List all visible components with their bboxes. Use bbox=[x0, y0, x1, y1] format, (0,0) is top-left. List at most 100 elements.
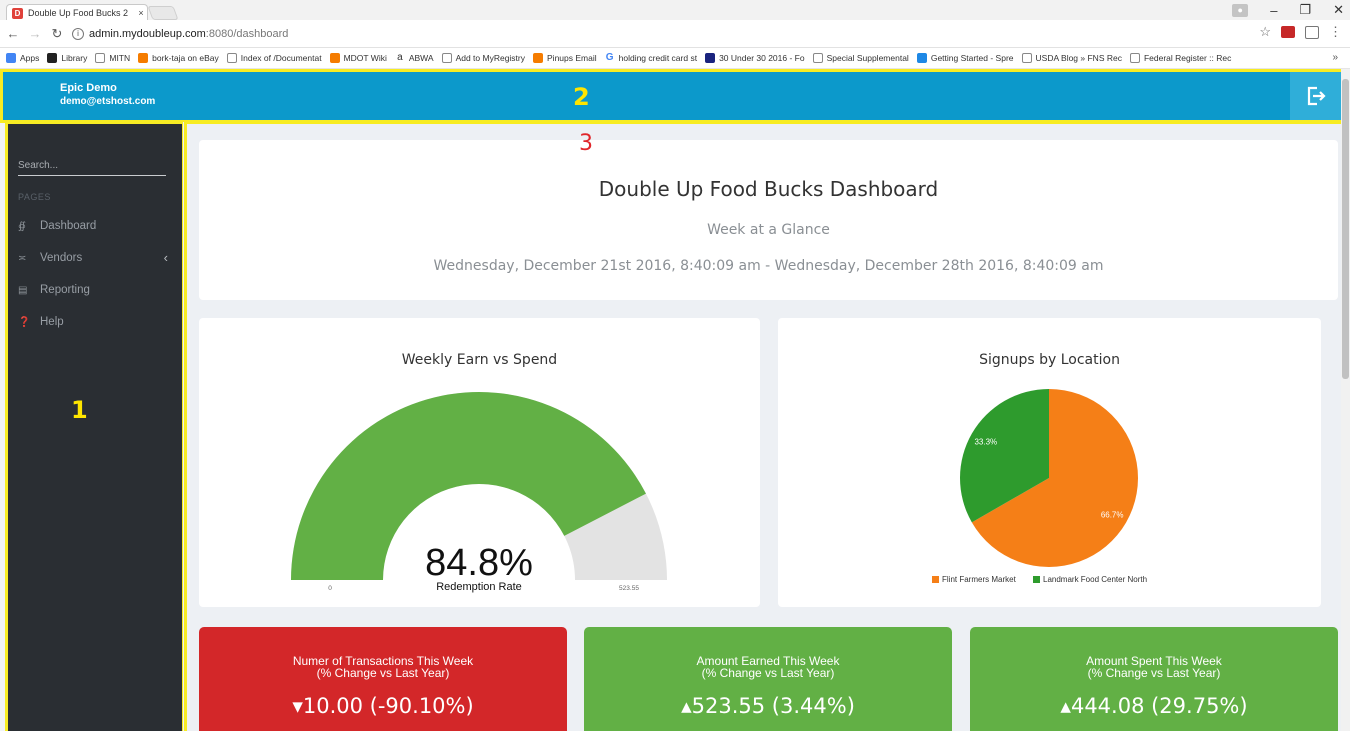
amazon-icon: a bbox=[394, 53, 405, 63]
page-title: Double Up Food Bucks Dashboard bbox=[598, 177, 939, 201]
tab-close-icon[interactable]: × bbox=[135, 8, 147, 18]
mdot-icon bbox=[329, 53, 340, 63]
forbes-icon bbox=[705, 53, 716, 63]
logout-button[interactable] bbox=[1290, 70, 1342, 122]
google-icon: G bbox=[604, 52, 615, 63]
dashboard-header-card: Double Up Food Bucks Dashboard Week at a… bbox=[199, 140, 1338, 300]
stat-card-spent: Amount Spent This Week (% Change vs Last… bbox=[970, 627, 1338, 731]
gauge-min-label: 0 bbox=[328, 585, 332, 592]
usda-icon bbox=[812, 53, 823, 63]
gauge-value: 84.8% bbox=[425, 542, 533, 584]
bar-chart-icon: ▤ bbox=[18, 284, 28, 296]
page-icon bbox=[1129, 53, 1140, 63]
page-subtitle: Week at a Glance bbox=[707, 222, 830, 238]
bookmark-mitn[interactable]: MITN bbox=[95, 53, 130, 63]
sidebar-item-label: Dashboard bbox=[40, 220, 97, 232]
bookmark-index[interactable]: Index of /Documentat bbox=[226, 53, 322, 63]
stat-value: ▴523.55 (3.44%) bbox=[681, 694, 855, 718]
legend-label-landmark: Landmark Food Center North bbox=[1043, 575, 1147, 584]
legend-label-flint: Flint Farmers Market bbox=[942, 575, 1017, 584]
stat-value: ▾10.00 (-90.10%) bbox=[292, 694, 474, 718]
bookmark-federal-register[interactable]: Federal Register :: Rec bbox=[1129, 53, 1231, 63]
sidebar-item-dashboard[interactable]: ∯ Dashboard bbox=[18, 216, 168, 236]
gauge-card: Weekly Earn vs Spend 84.8% Redemption Ra… bbox=[199, 318, 760, 607]
browser-tab-title: Double Up Food Bucks 2 bbox=[28, 8, 129, 18]
page-icon bbox=[95, 53, 106, 63]
window-controls: ● – ❐ ✕ bbox=[1232, 0, 1344, 20]
library-icon bbox=[47, 53, 58, 63]
gauge-icon: ∯ bbox=[18, 220, 26, 232]
stat-sublabel: (% Change vs Last Year) bbox=[1087, 666, 1221, 680]
scrollbar-thumb[interactable] bbox=[1342, 79, 1349, 379]
new-tab-button[interactable] bbox=[147, 6, 179, 20]
stat-value: ▴444.08 (29.75%) bbox=[1060, 694, 1248, 718]
url-host: admin.mydoubleup.com bbox=[89, 27, 206, 40]
sidebar-item-reporting[interactable]: ▤ Reporting bbox=[18, 280, 168, 300]
browser-menu-icon[interactable]: ⋮ bbox=[1329, 24, 1342, 40]
page-icon bbox=[226, 53, 237, 63]
stat-card-earned: Amount Earned This Week (% Change vs Las… bbox=[584, 627, 952, 731]
url-path: :8080/dashboard bbox=[205, 27, 289, 40]
bookmark-ebay[interactable]: bork-taja on eBay bbox=[138, 53, 219, 63]
profile-icon[interactable]: ● bbox=[1232, 3, 1249, 17]
pie-label-flint: 66.7% bbox=[1101, 511, 1124, 520]
bookmark-getting-started[interactable]: Getting Started - Spre bbox=[916, 53, 1014, 63]
gauge-chart: 84.8% Redemption Rate 0 523.55 bbox=[291, 391, 667, 593]
extension-icon[interactable] bbox=[1281, 26, 1295, 38]
search-input[interactable] bbox=[18, 156, 166, 176]
site-favicon-icon: D bbox=[12, 7, 23, 19]
bookmark-forbes[interactable]: 30 Under 30 2016 - Fo bbox=[705, 53, 805, 63]
user-name: Epic Demo bbox=[60, 82, 117, 94]
bookmark-apps[interactable]: Apps bbox=[6, 53, 39, 63]
site-info-icon[interactable]: i bbox=[72, 27, 84, 40]
gauge-caption: Redemption Rate bbox=[436, 581, 522, 593]
sidebar-item-help[interactable]: ❓ Help bbox=[18, 312, 168, 332]
bookmark-star-icon[interactable]: ☆ bbox=[1259, 24, 1271, 40]
close-window-icon[interactable]: ✕ bbox=[1333, 2, 1344, 18]
cart-icon: ≍ bbox=[18, 252, 27, 264]
sidebar-item-vendors[interactable]: ≍ Vendors ‹ bbox=[18, 248, 168, 268]
stat-sublabel: (% Change vs Last Year) bbox=[701, 666, 835, 680]
sidebar-item-label: Reporting bbox=[40, 284, 90, 296]
extension-icon[interactable] bbox=[1305, 25, 1319, 39]
page-icon bbox=[1021, 53, 1032, 63]
page-scrollbar[interactable] bbox=[1341, 69, 1350, 731]
sidebar-item-label: Help bbox=[40, 316, 64, 328]
reload-icon[interactable]: ↻ bbox=[48, 26, 66, 42]
bookmarks-bar: Apps Library MITN bork-taja on eBay Inde… bbox=[0, 48, 1350, 69]
annotation-marker-3: 3 bbox=[579, 131, 593, 156]
annotation-marker-1: 1 bbox=[71, 396, 88, 424]
annotation-marker-2: 2 bbox=[573, 83, 590, 111]
user-email: demo@etshost.com bbox=[60, 96, 156, 107]
pinups-icon bbox=[533, 53, 544, 63]
back-icon[interactable]: ← bbox=[4, 26, 22, 41]
restore-icon[interactable]: ❐ bbox=[1299, 2, 1311, 18]
apps-grid-icon bbox=[6, 53, 16, 63]
legend-swatch-landmark bbox=[1033, 576, 1040, 583]
bookmark-usda-blog[interactable]: USDA Blog » FNS Rec bbox=[1021, 53, 1122, 63]
bookmark-pinups-email[interactable]: Pinups Email bbox=[533, 53, 597, 63]
more-bookmarks-icon[interactable]: » bbox=[1332, 52, 1338, 63]
url-field[interactable]: i admin.mydoubleup.com :8080/dashboard bbox=[72, 24, 1252, 44]
forward-icon[interactable]: → bbox=[26, 26, 44, 41]
browser-tab[interactable]: D Double Up Food Bucks 2 × bbox=[6, 4, 148, 21]
sidebar: PAGES ∯ Dashboard ≍ Vendors ‹ ▤ Reportin… bbox=[6, 122, 182, 731]
pie-label-landmark: 33.3% bbox=[974, 437, 997, 446]
browser-tab-bar: D Double Up Food Bucks 2 × ● – ❐ ✕ bbox=[0, 0, 1350, 21]
gauge-max-label: 523.55 bbox=[619, 585, 639, 592]
question-circle-icon: ❓ bbox=[18, 316, 31, 328]
bookmark-myregistry[interactable]: Add to MyRegistry bbox=[441, 53, 525, 63]
ebay-icon bbox=[138, 53, 149, 63]
minimize-icon[interactable]: – bbox=[1270, 3, 1277, 18]
sidebar-item-label: Vendors bbox=[40, 252, 83, 264]
bookmark-abwa[interactable]: a ABWA bbox=[394, 53, 434, 63]
stat-sublabel: (% Change vs Last Year) bbox=[316, 666, 450, 680]
bookmark-mdot-wiki[interactable]: MDOT Wiki bbox=[329, 53, 387, 63]
bookmark-usda[interactable]: Special Supplemental bbox=[812, 53, 909, 63]
app-header: Epic Demo demo@etshost.com 2 bbox=[0, 69, 1350, 123]
date-range: Wednesday, December 21st 2016, 8:40:09 a… bbox=[433, 258, 1104, 274]
section-title-pages: PAGES bbox=[18, 192, 51, 202]
bookmark-library[interactable]: Library bbox=[47, 53, 87, 63]
stat-card-transactions: Numer of Transactions This Week (% Chang… bbox=[199, 627, 567, 731]
bookmark-credit-card[interactable]: Gholding credit card st bbox=[604, 52, 697, 63]
